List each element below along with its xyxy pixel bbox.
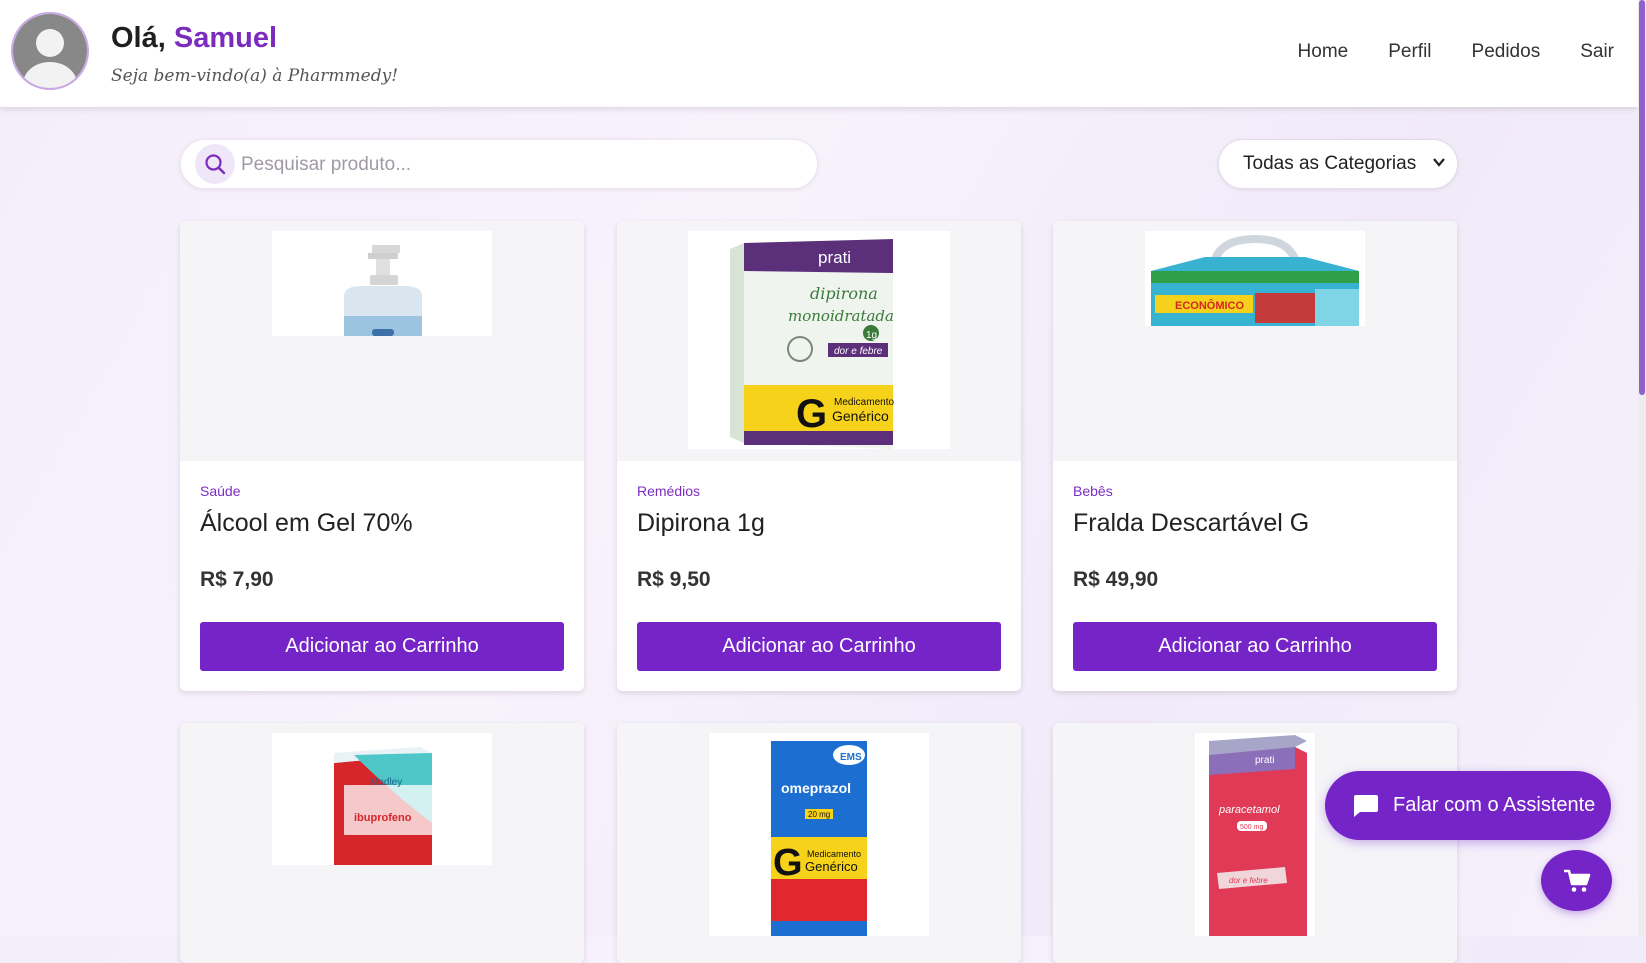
product-card: Saúde Álcool em Gel 70% R$ 7,90 Adiciona… — [180, 221, 584, 691]
ibuprofeno-box-image: Medley ibuprofeno — [334, 747, 432, 865]
user-avatar-icon — [13, 14, 87, 88]
svg-text:Genérico: Genérico — [832, 408, 889, 424]
product-card: EMS omeprazol 20 mg G Medicamento Genéri… — [617, 723, 1021, 963]
svg-text:dor e febre: dor e febre — [834, 346, 883, 357]
svg-text:500 mg: 500 mg — [1240, 824, 1263, 831]
svg-text:Medicamento: Medicamento — [834, 397, 894, 408]
svg-text:paracetamol: paracetamol — [1218, 804, 1280, 816]
dipirona-box-image: prati dipirona monoidratada 1g dor e feb… — [730, 239, 894, 449]
add-to-cart-button[interactable]: Adicionar ao Carrinho — [200, 622, 564, 671]
product-image-area: prati dipirona monoidratada 1g dor e feb… — [617, 221, 1021, 461]
product-category: Bebês — [1073, 483, 1113, 499]
nav-sair[interactable]: Sair — [1580, 41, 1614, 63]
svg-text:omeprazol: omeprazol — [781, 780, 851, 796]
product-name: Álcool em Gel 70% — [200, 509, 413, 537]
assistant-button-label: Falar com o Assistente — [1393, 794, 1596, 816]
svg-text:G: G — [773, 842, 803, 884]
paracetamol-box-image: prati paracetamol 500 mg dor e febre — [1209, 735, 1307, 936]
nav-pedidos[interactable]: Pedidos — [1472, 41, 1541, 63]
product-category: Saúde — [200, 483, 241, 499]
product-image: prati dipirona monoidratada 1g dor e feb… — [688, 231, 950, 449]
product-name: Fralda Descartável G — [1073, 509, 1310, 537]
assistant-chat-button[interactable]: Falar com o Assistente — [1325, 771, 1611, 840]
nav-perfil[interactable]: Perfil — [1388, 41, 1431, 63]
svg-text:prati: prati — [818, 248, 851, 267]
greeting: Olá, Samuel — [111, 22, 277, 55]
product-image-area: EMS omeprazol 20 mg G Medicamento Genéri… — [617, 723, 1021, 963]
svg-text:G: G — [796, 392, 827, 436]
top-header: Olá, Samuel Seja bem-vindo(a) à Pharmmed… — [0, 0, 1638, 107]
category-select[interactable]: Todas as Categorias — [1218, 139, 1458, 189]
product-image-area — [180, 221, 584, 461]
svg-text:EMS: EMS — [840, 752, 862, 763]
user-name: Samuel — [173, 22, 278, 54]
product-image: EMS omeprazol 20 mg G Medicamento Genéri… — [709, 733, 929, 936]
chevron-down-icon — [1433, 158, 1445, 167]
svg-text:20 mg: 20 mg — [808, 810, 830, 819]
nav-home[interactable]: Home — [1298, 41, 1349, 63]
page-scrollbar[interactable] — [1638, 0, 1646, 936]
svg-text:Medley: Medley — [370, 777, 402, 788]
product-card: Medley ibuprofeno — [180, 723, 584, 963]
svg-text:ibuprofeno: ibuprofeno — [354, 812, 412, 824]
product-price: R$ 7,90 — [200, 568, 274, 591]
add-to-cart-button[interactable]: Adicionar ao Carrinho — [637, 622, 1001, 671]
svg-text:dor e febre: dor e febre — [1229, 876, 1268, 885]
avatar[interactable] — [11, 12, 89, 90]
product-card: prati dipirona monoidratada 1g dor e feb… — [617, 221, 1021, 691]
svg-text:Genérico: Genérico — [805, 859, 858, 874]
product-name: Dipirona 1g — [637, 509, 765, 537]
cart-icon — [1563, 869, 1590, 892]
svg-text:prati: prati — [1255, 755, 1274, 766]
scrollbar-thumb[interactable] — [1639, 0, 1645, 395]
product-image: prati paracetamol 500 mg dor e febre — [1195, 733, 1315, 936]
product-image-area: ECONÔMICO — [1053, 221, 1457, 461]
add-to-cart-button[interactable]: Adicionar ao Carrinho — [1073, 622, 1437, 671]
omeprazol-box-image: EMS omeprazol 20 mg G Medicamento Genéri… — [771, 741, 867, 936]
svg-text:dipirona: dipirona — [810, 284, 878, 303]
svg-text:1g: 1g — [866, 330, 877, 341]
product-image: Medley ibuprofeno — [272, 733, 492, 865]
diaper-pack-image: ECONÔMICO — [1151, 234, 1359, 326]
search-input[interactable] — [239, 148, 803, 182]
main-nav: Home Perfil Pedidos Sair — [1298, 41, 1614, 63]
product-image: ECONÔMICO — [1145, 231, 1365, 326]
product-image-area: Medley ibuprofeno — [180, 723, 584, 963]
chat-icon — [1354, 794, 1378, 817]
product-price: R$ 49,90 — [1073, 568, 1159, 591]
svg-text:ECONÔMICO: ECONÔMICO — [1175, 299, 1245, 312]
product-price: R$ 9,50 — [637, 568, 711, 591]
greeting-text: Olá, — [111, 22, 166, 54]
svg-text:Medicamento: Medicamento — [807, 849, 861, 859]
welcome-message: Seja bem-vindo(a) à Pharmmedy! — [111, 66, 399, 86]
product-card: ECONÔMICO Bebês Fralda Descartável G R$ … — [1053, 221, 1457, 691]
product-image — [272, 231, 492, 336]
product-image-area: prati paracetamol 500 mg dor e febre — [1053, 723, 1457, 963]
category-select-value: Todas as Categorias — [1243, 153, 1417, 174]
search-bar — [180, 139, 818, 189]
svg-text:monoidratada: monoidratada — [788, 307, 894, 325]
gel-bottle-image — [344, 245, 422, 336]
product-card: prati paracetamol 500 mg dor e febre — [1053, 723, 1457, 963]
cart-button[interactable] — [1541, 850, 1612, 911]
product-category: Remédios — [637, 483, 701, 499]
search-icon[interactable] — [195, 144, 235, 184]
